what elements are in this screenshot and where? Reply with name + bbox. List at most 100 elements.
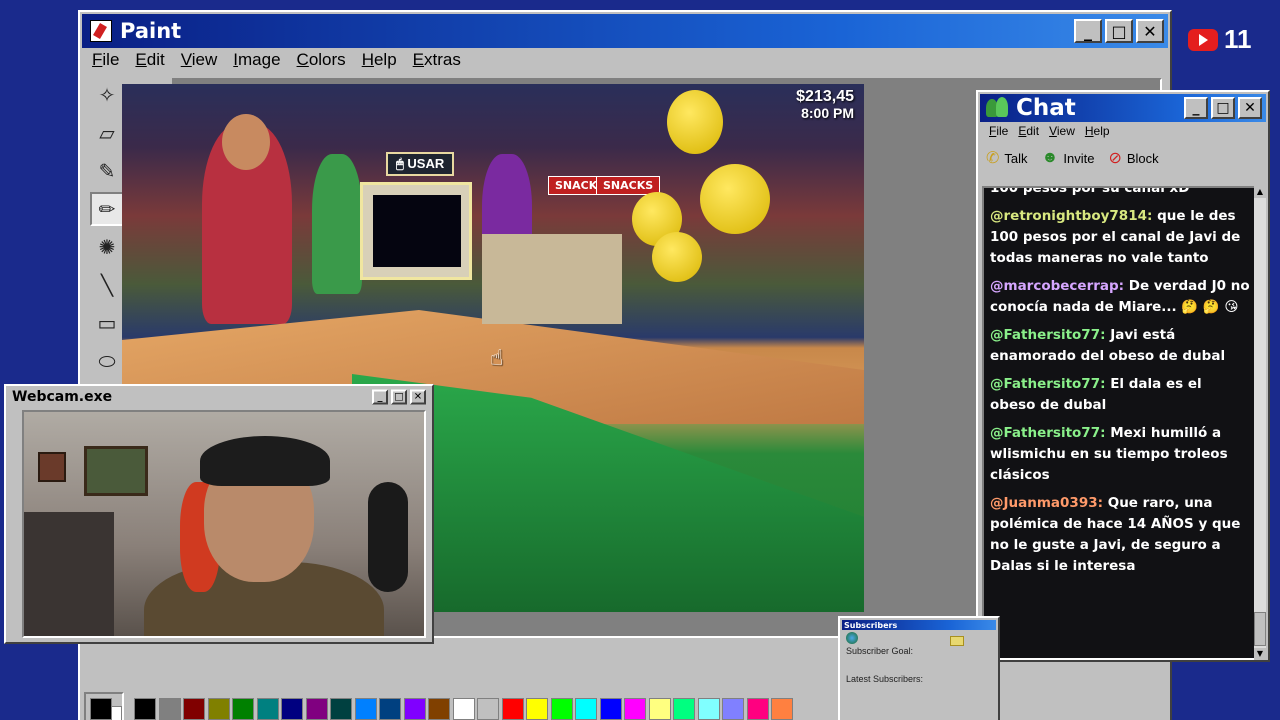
webcam-feed: [22, 410, 426, 638]
palette-swatch[interactable]: [330, 698, 352, 720]
line-icon[interactable]: ╲: [90, 268, 124, 302]
palette-swatch[interactable]: [648, 698, 671, 720]
menu-help[interactable]: Help: [354, 48, 405, 76]
chat-log[interactable]: 100 pesos por su canal xD @retronightboy…: [982, 186, 1258, 660]
pencil-icon[interactable]: ✏: [90, 192, 124, 226]
smiley-balloon: [667, 90, 723, 154]
webcam-maximize-button[interactable]: □: [391, 389, 407, 405]
palette-swatch[interactable]: [697, 698, 720, 720]
palette-swatch[interactable]: [624, 698, 646, 720]
current-colors[interactable]: [84, 692, 124, 720]
subscribers-titlebar: Subscribers: [842, 620, 996, 630]
eraser-icon[interactable]: ▱: [90, 116, 124, 150]
menu-image[interactable]: Image: [225, 48, 288, 76]
hand-cursor-icon: ☝: [490, 346, 504, 371]
chat-maximize-button[interactable]: □: [1211, 97, 1235, 119]
smiley-balloon: [700, 164, 770, 234]
cash-register[interactable]: [482, 234, 622, 324]
palette-swatch[interactable]: [722, 698, 744, 720]
shelf: [24, 512, 114, 636]
invite-icon: ☻: [1041, 149, 1059, 166]
talk-button[interactable]: ✆ Talk: [986, 148, 1028, 168]
paint-menubar: File Edit View Image Colors Help Extras: [84, 48, 469, 76]
streamer: [144, 432, 384, 636]
chat-minimize-button[interactable]: _: [1184, 97, 1208, 119]
chat-scrollbar[interactable]: ▲ ▼: [1254, 186, 1266, 660]
invite-button[interactable]: ☻ Invite: [1042, 149, 1095, 167]
chat-toolbar: ✆ Talk ☻ Invite ⊘ Block: [986, 148, 1159, 168]
airbrush-icon[interactable]: ✺: [90, 230, 124, 264]
chat-menu-view[interactable]: View: [1044, 124, 1080, 138]
youtube-icon: [1188, 28, 1218, 51]
palette-swatch[interactable]: [428, 698, 450, 720]
chat-message: @Fathersito77: Javi está enamorado del o…: [990, 327, 1226, 364]
paint-titlebar[interactable]: Paint _ □ ✕: [82, 14, 1168, 48]
menu-view[interactable]: View: [173, 48, 226, 76]
palette-swatch[interactable]: [477, 698, 499, 720]
free-select-icon[interactable]: ✧: [90, 78, 124, 112]
scroll-up-icon[interactable]: ▲: [1254, 186, 1266, 198]
menu-file[interactable]: File: [84, 48, 127, 76]
palette-swatch[interactable]: [673, 698, 695, 720]
use-prompt: 🖱 USAR: [386, 152, 455, 176]
palette-swatch[interactable]: [452, 698, 475, 720]
rectangle-icon[interactable]: ▭: [90, 306, 124, 340]
chat-titlebar[interactable]: Chat _ □ ✕: [980, 94, 1266, 122]
chat-message: 100 pesos por su canal xD: [990, 186, 1190, 196]
palette-swatches: [134, 698, 796, 720]
wall-frame: [38, 452, 66, 482]
palette-swatch[interactable]: [305, 698, 328, 720]
menu-edit[interactable]: Edit: [127, 48, 172, 76]
pos-monitor[interactable]: [360, 182, 472, 280]
webcam-titlebar[interactable]: Webcam.exe _ □ ✕: [8, 388, 430, 406]
hud-money: $213,45 8:00 PM: [796, 88, 854, 122]
palette-swatch[interactable]: [183, 698, 205, 720]
palette-swatch[interactable]: [256, 698, 279, 720]
scroll-down-icon[interactable]: ▼: [1254, 648, 1266, 660]
webcam-minimize-button[interactable]: _: [372, 389, 388, 405]
palette-swatch[interactable]: [354, 698, 377, 720]
chat-message: @marcobecerrap: De verdad J0 no conocía …: [990, 278, 1250, 315]
palette-swatch[interactable]: [403, 698, 426, 720]
subscribers-title: Subscribers: [844, 620, 898, 630]
block-button[interactable]: ⊘ Block: [1108, 148, 1158, 168]
palette-swatch[interactable]: [599, 698, 622, 720]
chat-menu-edit[interactable]: Edit: [1013, 124, 1044, 138]
minimize-button[interactable]: _: [1074, 19, 1102, 43]
palette-swatch[interactable]: [501, 698, 524, 720]
palette-swatch[interactable]: [746, 698, 769, 720]
talk-icon: ✆: [986, 150, 1000, 167]
chat-title: Chat: [1016, 95, 1076, 121]
money-value: $213,45: [796, 88, 854, 105]
chat-menu-help[interactable]: Help: [1080, 124, 1115, 138]
palette-swatch[interactable]: [281, 698, 303, 720]
youtube-counter: 11: [1188, 24, 1252, 55]
menu-colors[interactable]: Colors: [289, 48, 354, 76]
microphone-icon: [368, 482, 408, 592]
palette-swatch[interactable]: [379, 698, 401, 720]
scroll-thumb[interactable]: [1254, 612, 1266, 646]
subscriber-goal-label: Subscriber Goal:: [846, 646, 914, 656]
chat-menu-file[interactable]: File: [984, 124, 1013, 138]
palette-swatch[interactable]: [158, 698, 181, 720]
chat-window: Chat _ □ ✕ File Edit View Help ✆ Talk ☻ In…: [976, 90, 1270, 662]
close-button[interactable]: ✕: [1136, 19, 1164, 43]
palette-swatch[interactable]: [526, 698, 548, 720]
menu-extras[interactable]: Extras: [405, 48, 469, 76]
ellipse-icon[interactable]: ⬭: [90, 344, 124, 378]
palette-swatch[interactable]: [550, 698, 573, 720]
palette-swatch[interactable]: [771, 698, 793, 720]
palette-swatch[interactable]: [134, 698, 156, 720]
maximize-button[interactable]: □: [1105, 19, 1133, 43]
palette-swatch[interactable]: [575, 698, 597, 720]
npc-customer-2: [312, 154, 362, 294]
foreground-color[interactable]: [90, 698, 112, 720]
chat-close-button[interactable]: ✕: [1238, 97, 1262, 119]
smiley-balloon: [652, 232, 702, 282]
palette-swatch[interactable]: [207, 698, 230, 720]
paint-title: Paint: [120, 19, 182, 43]
color-picker-icon[interactable]: ✎: [90, 154, 124, 188]
palette-swatch[interactable]: [232, 698, 254, 720]
color-palette: [84, 690, 796, 720]
webcam-close-button[interactable]: ✕: [410, 389, 426, 405]
